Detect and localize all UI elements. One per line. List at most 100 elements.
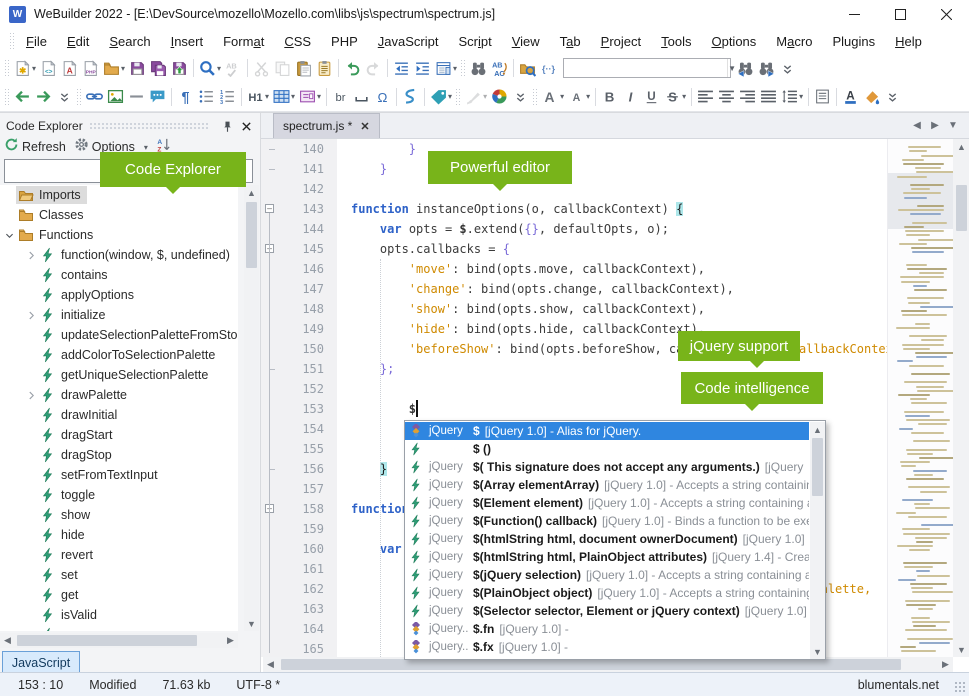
insert-form-button[interactable]: ▾: [297, 85, 323, 109]
line-number[interactable]: 155: [261, 439, 337, 459]
line-number[interactable]: 145–: [261, 239, 337, 259]
line-number[interactable]: 154: [261, 419, 337, 439]
tree-horizontal-scrollbar[interactable]: ◀ ▶: [0, 633, 238, 648]
tree-item-applyoptions[interactable]: applyOptions: [0, 285, 238, 305]
replace-button[interactable]: ABAC: [489, 56, 510, 80]
redo-button[interactable]: [363, 56, 384, 80]
tree-item-dragstart[interactable]: dragStart: [0, 425, 238, 445]
line-number[interactable]: 140: [261, 139, 337, 159]
heading-button[interactable]: H1▾: [245, 85, 271, 109]
dropdown-caret-icon[interactable]: ▾: [560, 92, 564, 101]
maximize-button[interactable]: [877, 0, 923, 28]
insert-comment-button[interactable]: [147, 85, 168, 109]
autocomplete-item[interactable]: jQuery$(Selector selector, Element or jQ…: [405, 602, 809, 620]
tree-item-isvalid[interactable]: isValid: [0, 605, 238, 625]
tree-item-set[interactable]: set: [0, 565, 238, 585]
tree-item-updateselectionpalettefromstorag[interactable]: updateSelectionPaletteFromStorag: [0, 325, 238, 345]
tree-item-functions[interactable]: Functions: [0, 225, 238, 245]
toolbar-overflow-icon[interactable]: [882, 85, 903, 109]
menu-item-tools[interactable]: Tools: [651, 31, 701, 52]
paste-button[interactable]: [293, 56, 314, 80]
menu-item-view[interactable]: View: [502, 31, 550, 52]
autocomplete-item[interactable]: jQuery$(Function() callback)[jQuery 1.0]…: [405, 512, 809, 530]
dropdown-caret-icon[interactable]: ▾: [291, 92, 295, 101]
editor-vertical-scrollbar[interactable]: ▲ ▼: [953, 139, 969, 657]
code-line-142[interactable]: [337, 179, 887, 199]
align-justify-button[interactable]: [758, 85, 779, 109]
tree-item-show[interactable]: show: [0, 505, 238, 525]
tab-scroll-left-icon[interactable]: ◀: [908, 120, 926, 131]
dropdown-caret-icon[interactable]: ▾: [448, 92, 452, 101]
undo-button[interactable]: [342, 56, 363, 80]
dropdown-caret-icon[interactable]: ▾: [453, 64, 457, 73]
strikethrough-button[interactable]: S▾: [662, 85, 688, 109]
close-panel-icon[interactable]: [238, 118, 254, 134]
special-character-button[interactable]: Ω: [372, 85, 393, 109]
autocomplete-item[interactable]: jQuery$(jQuery selection)[jQuery 1.0] - …: [405, 566, 809, 584]
line-number[interactable]: 163: [261, 599, 337, 619]
autocomplete-item[interactable]: jQuery..$.fn[jQuery 1.0] -: [405, 620, 809, 638]
italic-button[interactable]: I: [620, 85, 641, 109]
code-line-144[interactable]: var opts = $.extend({}, defaultOpts, o);: [337, 219, 887, 239]
menu-item-javascript[interactable]: JavaScript: [368, 31, 449, 52]
line-number[interactable]: 162: [261, 579, 337, 599]
insert-tag-button[interactable]: ▾: [428, 85, 454, 109]
paragraph-button[interactable]: ¶: [175, 85, 196, 109]
menu-item-options[interactable]: Options: [701, 31, 766, 52]
increase-font-button[interactable]: A▾: [540, 85, 566, 109]
line-number[interactable]: 156: [261, 459, 337, 479]
pin-icon[interactable]: [219, 118, 235, 134]
tree-item-drawpalette[interactable]: drawPalette: [0, 385, 238, 405]
chevron-right-icon[interactable]: [24, 390, 38, 401]
line-number[interactable]: 141: [261, 159, 337, 179]
find-input[interactable]: [564, 59, 727, 77]
autocomplete-item[interactable]: $ (): [405, 440, 809, 458]
line-number[interactable]: 153: [261, 399, 337, 419]
insert-script-button[interactable]: [400, 85, 421, 109]
tab-spectrum-js[interactable]: spectrum.js * ✕: [273, 113, 380, 138]
menu-item-php[interactable]: PHP: [321, 31, 368, 52]
tab-close-icon[interactable]: ✕: [360, 120, 369, 133]
tree-item-dragstop[interactable]: dragStop: [0, 445, 238, 465]
tree-item-drawinitial[interactable]: drawInitial: [0, 405, 238, 425]
chevron-right-icon[interactable]: [24, 310, 38, 321]
dropdown-caret-icon[interactable]: ▾: [317, 92, 321, 101]
menu-item-search[interactable]: Search: [99, 31, 160, 52]
save-and-upload-button[interactable]: [169, 56, 190, 80]
new-text-document-button[interactable]: A: [59, 56, 80, 80]
menu-item-script[interactable]: Script: [448, 31, 501, 52]
autocomplete-item[interactable]: jQuery$( This signature does not accept …: [405, 458, 809, 476]
insert-table-button[interactable]: ▾: [271, 85, 297, 109]
menu-item-project[interactable]: Project: [591, 31, 651, 52]
forward-button[interactable]: [33, 85, 54, 109]
line-number[interactable]: 151: [261, 359, 337, 379]
autocomplete-item[interactable]: jQuery..$.fx[jQuery 1.0] -: [405, 638, 809, 656]
align-right-button[interactable]: [737, 85, 758, 109]
find-next-button[interactable]: [756, 56, 777, 80]
align-left-button[interactable]: [695, 85, 716, 109]
autocomplete-item[interactable]: jQuery$(Element element)[jQuery 1.0] - A…: [405, 494, 809, 512]
tree-item-revert[interactable]: revert: [0, 545, 238, 565]
clipboard-button[interactable]: [314, 56, 335, 80]
menu-item-css[interactable]: CSS: [274, 31, 321, 52]
resize-grip[interactable]: [954, 681, 966, 693]
autocomplete-item-selected[interactable]: jQuery$[jQuery 1.0] - Alias for jQuery.: [405, 422, 809, 440]
tree-item-contains[interactable]: contains: [0, 265, 238, 285]
line-number[interactable]: 160: [261, 539, 337, 559]
tree-item-initialize[interactable]: initialize: [0, 305, 238, 325]
menu-item-file[interactable]: File: [16, 31, 57, 52]
insert-image-button[interactable]: [105, 85, 126, 109]
code-line-141[interactable]: }: [337, 159, 887, 179]
popup-scrollbar[interactable]: ▲ ▼: [810, 422, 825, 659]
dropdown-caret-icon[interactable]: ▾: [32, 64, 36, 73]
tree-item-toggle[interactable]: toggle: [0, 485, 238, 505]
autocomplete-item[interactable]: jQuery$(Array elementArray)[jQuery 1.0] …: [405, 476, 809, 494]
menu-item-tab[interactable]: Tab: [550, 31, 591, 52]
bold-button[interactable]: B: [599, 85, 620, 109]
menu-item-edit[interactable]: Edit: [57, 31, 99, 52]
menu-item-help[interactable]: Help: [885, 31, 932, 52]
decrease-font-button[interactable]: A▾: [566, 85, 592, 109]
color-picker-button[interactable]: [489, 85, 510, 109]
code-line-150[interactable]: 'beforeShow': bind(opts.beforeShow, call…: [337, 339, 887, 359]
dropdown-caret-icon[interactable]: ▾: [586, 92, 590, 101]
